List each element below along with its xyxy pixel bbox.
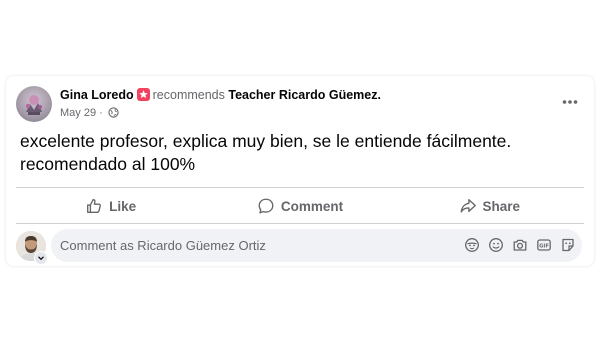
gif-icon[interactable]: GIF <box>536 237 552 253</box>
post-card: Gina Loredo recommends Teacher Ricardo Gü… <box>6 76 594 266</box>
comment-placeholder: Comment as Ricardo Güemez Ortiz <box>60 238 266 253</box>
share-arrow-icon <box>459 197 477 215</box>
comment-input[interactable]: Comment as Ricardo Güemez Ortiz GIF <box>51 229 582 262</box>
recommend-star-icon <box>136 88 150 101</box>
comment-label: Comment <box>280 198 344 214</box>
globe-icon <box>108 107 119 121</box>
comment-tools: GIF <box>464 237 576 253</box>
author-avatar[interactable] <box>16 86 52 122</box>
more-options-icon[interactable] <box>560 92 580 112</box>
recommend-verb: recommends <box>152 88 225 102</box>
avatar-sticker-icon[interactable] <box>464 237 480 253</box>
comment-bubble-icon <box>257 197 275 215</box>
share-button[interactable]: Share <box>395 189 584 223</box>
svg-text:GIF: GIF <box>539 244 549 250</box>
post-actions: Like Comment Share <box>16 189 584 223</box>
meta-separator: · <box>96 107 106 119</box>
post-meta: May 29 · <box>60 107 119 121</box>
post-date[interactable]: May 29 <box>60 107 96 119</box>
like-label: Like <box>109 198 137 214</box>
post-body-text: excelente profesor, explica muy bien, se… <box>20 131 512 174</box>
target-period: . <box>377 88 381 102</box>
thumbs-up-icon <box>85 197 103 215</box>
divider <box>16 223 584 224</box>
post-header: Gina Loredo recommends Teacher Ricardo Gü… <box>16 84 584 124</box>
author-name[interactable]: Gina Loredo <box>60 88 134 102</box>
like-button[interactable]: Like <box>16 189 205 223</box>
camera-icon[interactable] <box>512 237 528 253</box>
share-label: Share <box>482 198 521 214</box>
recommended-page-name[interactable]: Teacher Ricardo Güemez <box>228 88 377 102</box>
comment-button[interactable]: Comment <box>205 189 394 223</box>
divider <box>16 187 584 188</box>
post-attribution: Gina Loredo recommends Teacher Ricardo Gü… <box>60 88 381 102</box>
emoji-icon[interactable] <box>488 237 504 253</box>
chevron-down-icon[interactable] <box>34 251 48 265</box>
sticker-icon[interactable] <box>560 237 576 253</box>
